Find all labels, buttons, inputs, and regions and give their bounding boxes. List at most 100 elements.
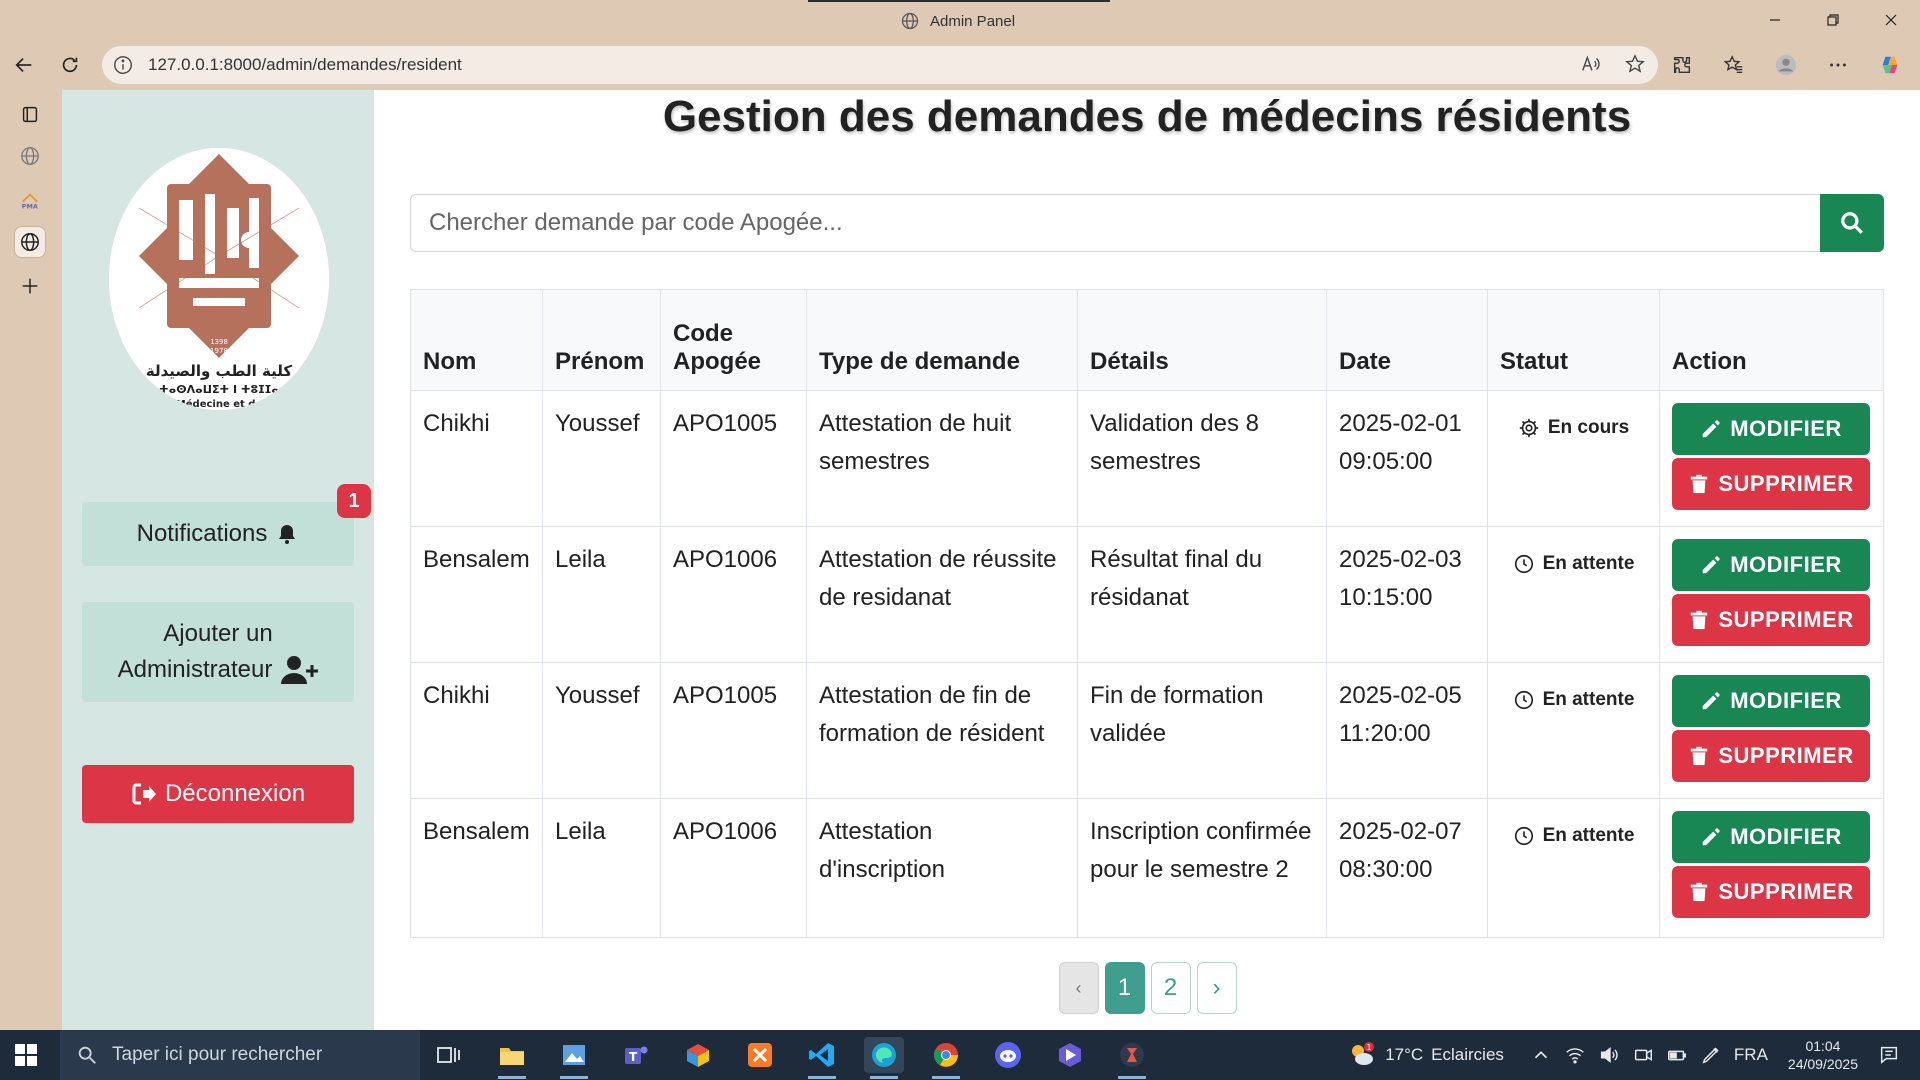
pencil-icon (1702, 692, 1720, 710)
clock-icon (1514, 554, 1533, 574)
col-header-type[interactable]: Type de demande (806, 289, 1078, 391)
page-title: Gestion des demandes de médecins résiden… (662, 92, 1632, 141)
pagination-page-2[interactable]: 2 (1150, 962, 1191, 1014)
avatar-icon (1775, 54, 1797, 76)
taskbar-xampp[interactable] (740, 1037, 780, 1073)
cell-code: APO1006 (660, 798, 807, 938)
col-header-code[interactable]: Code Apogée (660, 289, 807, 391)
search-button[interactable] (1820, 194, 1884, 252)
edit-label: MODIFIER (1730, 688, 1842, 713)
info-icon[interactable] (112, 54, 134, 76)
notifications-button[interactable]: Notifications (82, 502, 354, 566)
pagination-prev[interactable]: ‹ (1058, 962, 1099, 1014)
new-tab-button[interactable] (14, 270, 46, 302)
globe-icon (21, 233, 39, 251)
maximize-button[interactable] (1810, 6, 1856, 34)
taskbar-file-explorer[interactable] (492, 1037, 532, 1079)
logo-arabic-text: كلية الطب والصيدلة (146, 362, 292, 380)
delete-button[interactable]: SUPPRIMER (1672, 730, 1870, 782)
pen-icon[interactable] (1700, 1044, 1722, 1066)
weather-badge: 1 (1367, 1043, 1372, 1052)
tab-globe-1[interactable] (14, 140, 46, 172)
taskbar-discord[interactable] (988, 1037, 1028, 1073)
cell-code: APO1005 (660, 662, 807, 799)
globe-icon (21, 147, 39, 165)
requests-table: Nom Prénom Code Apogée Type de demande D… (410, 289, 1884, 938)
edit-button[interactable]: MODIFIER (1672, 539, 1870, 591)
copilot-button[interactable] (1874, 49, 1906, 81)
taskbar-app-hex[interactable] (1050, 1037, 1090, 1073)
camera-privacy-icon[interactable] (1632, 1044, 1654, 1066)
search-form (410, 194, 1884, 252)
col-header-date[interactable]: Date (1326, 289, 1488, 391)
edit-button[interactable]: MODIFIER (1672, 403, 1870, 455)
tab-phpmyadmin[interactable]: PMA (14, 184, 46, 216)
tab-actions-button[interactable] (14, 98, 46, 130)
col-header-statut[interactable]: Statut (1487, 289, 1660, 391)
status-text: En cours (1547, 417, 1630, 438)
speaker-icon[interactable] (1598, 1044, 1620, 1066)
pagination-page-1[interactable]: 1 (1104, 962, 1145, 1014)
cell-type: Attestation de huit semestres (806, 390, 1078, 527)
url-text[interactable]: 127.0.0.1:8000/admin/demandes/resident (148, 55, 462, 75)
add-admin-button[interactable]: Ajouter un Administrateur (82, 602, 354, 702)
taskbar-edge[interactable] (864, 1037, 904, 1079)
table-row: Chikhi Youssef APO1005 Attestation de hu… (410, 390, 1884, 527)
reload-button[interactable] (54, 49, 86, 81)
delete-button[interactable]: SUPPRIMER (1672, 594, 1870, 646)
close-icon (1885, 14, 1897, 26)
logout-button[interactable]: Déconnexion (82, 765, 354, 823)
col-header-prenom[interactable]: Prénom (542, 289, 661, 391)
read-aloud-icon[interactable] (1580, 53, 1602, 75)
taskbar-app-box[interactable] (678, 1037, 718, 1073)
task-view-button[interactable] (428, 1037, 468, 1073)
table-row: Chikhi Youssef APO1005 Attestation de fi… (410, 662, 1884, 799)
edit-button[interactable]: MODIFIER (1672, 675, 1870, 727)
edit-label: MODIFIER (1730, 552, 1842, 577)
pagination-next[interactable]: › (1196, 962, 1237, 1014)
logo-tifinagh-text: ⵜⴰⵙⴷⴰⵡⵉⵜ ⵏ ⵜⵓⵊⵊⴰ (159, 383, 279, 396)
language-indicator[interactable]: FRA (1734, 1045, 1768, 1065)
window-title: Admin Panel (900, 10, 1015, 32)
extensions-button[interactable] (1666, 49, 1698, 81)
more-button[interactable] (1822, 49, 1854, 81)
notification-center-icon[interactable] (1878, 1044, 1900, 1066)
delete-button[interactable]: SUPPRIMER (1672, 866, 1870, 918)
arrow-left-icon (15, 57, 32, 73)
clock[interactable]: 01:04 24/09/2025 (1788, 1037, 1858, 1073)
cell-date: 2025-02-03 10:15:00 (1326, 526, 1488, 663)
cell-date-day: 2025-02-01 (1339, 410, 1462, 437)
wifi-icon[interactable] (1564, 1044, 1586, 1066)
clock-date: 24/09/2025 (1787, 1056, 1858, 1072)
windows-start-icon[interactable] (14, 1043, 38, 1067)
address-bar[interactable]: 127.0.0.1:8000/admin/demandes/resident (102, 46, 1658, 84)
taskbar-app-figure[interactable] (1112, 1037, 1152, 1079)
tab-globe-active[interactable] (14, 226, 46, 258)
back-button[interactable] (8, 49, 40, 81)
taskbar-photos[interactable] (554, 1037, 594, 1079)
taskbar-chrome[interactable] (926, 1037, 966, 1079)
faculty-logo: 1398 1978 كلية الطب والصيدلة ⵜⴰⵙⴷⴰⵡⵉⵜ ⵏ … (109, 148, 329, 410)
cell-nom: Chikhi (410, 662, 543, 799)
battery-icon[interactable] (1666, 1044, 1688, 1066)
search-input[interactable] (410, 194, 1820, 252)
star-icon[interactable] (1624, 53, 1646, 75)
col-header-nom[interactable]: Nom (410, 289, 543, 391)
photos-icon (563, 1045, 585, 1065)
profile-button[interactable] (1770, 49, 1802, 81)
status-badge: En cours (1500, 409, 1647, 447)
taskbar-search[interactable]: Taper ici pour rechercher (60, 1030, 420, 1080)
browser-title-bar: Admin Panel (0, 0, 1920, 40)
chevron-up-icon[interactable] (1530, 1044, 1552, 1066)
edit-button[interactable]: MODIFIER (1672, 811, 1870, 863)
delete-button[interactable]: SUPPRIMER (1672, 458, 1870, 510)
close-window-button[interactable] (1868, 6, 1914, 34)
favorites-button[interactable] (1718, 49, 1750, 81)
trash-icon (1691, 746, 1708, 766)
weather-widget[interactable]: 1 17°C Eclaircies (1347, 1040, 1504, 1070)
minimize-button[interactable] (1752, 6, 1798, 34)
col-header-details[interactable]: Détails (1077, 289, 1327, 391)
taskbar-vscode[interactable] (802, 1037, 842, 1079)
cell-date-time: 11:20:00 (1339, 720, 1431, 747)
taskbar-teams[interactable]: T (616, 1037, 656, 1073)
